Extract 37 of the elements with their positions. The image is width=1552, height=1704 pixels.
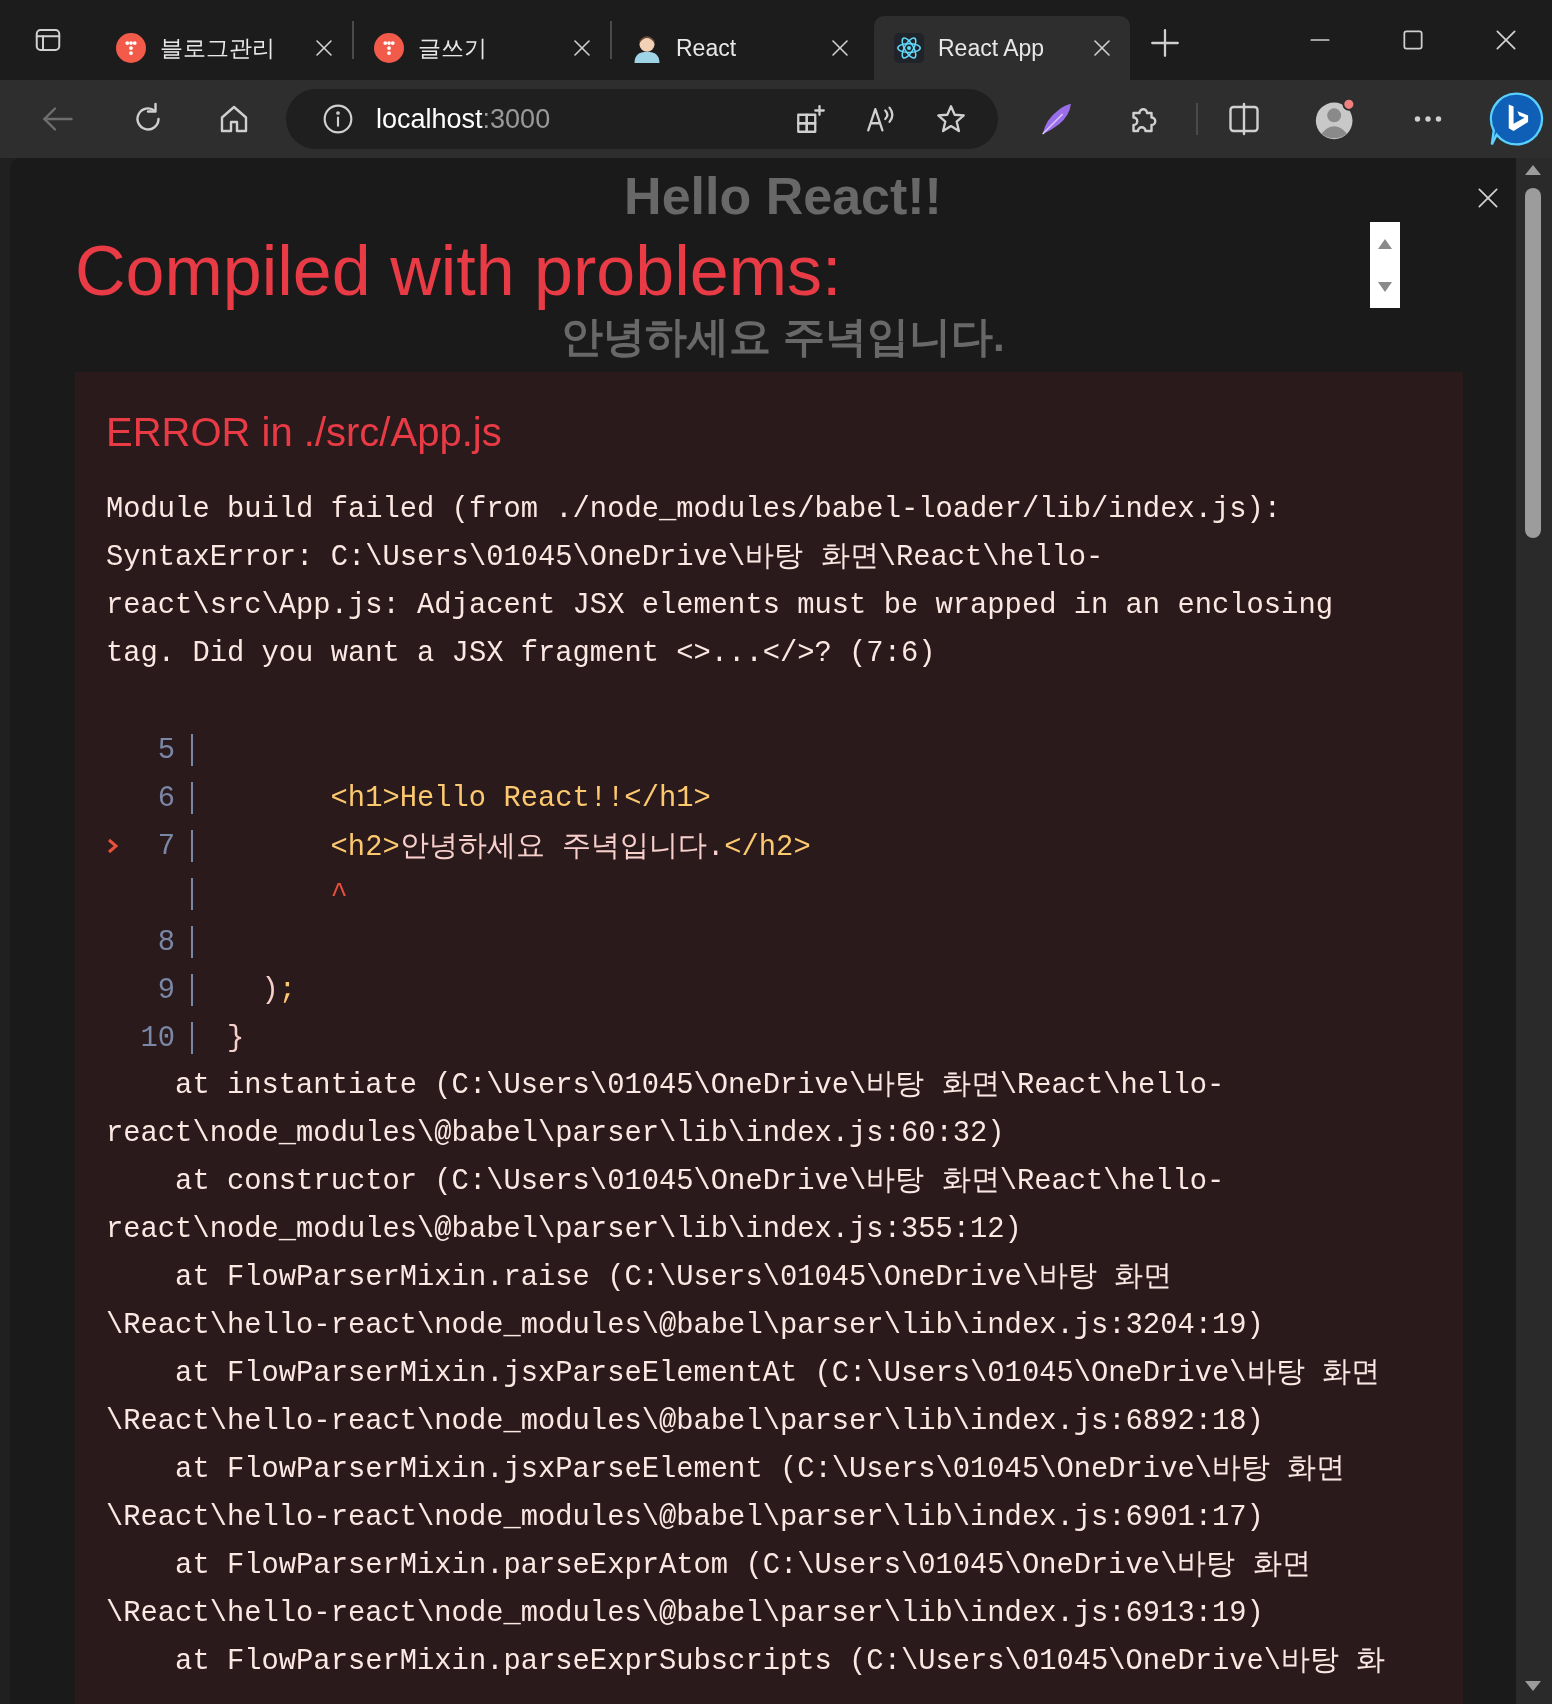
down-arrow-icon[interactable] xyxy=(1377,280,1393,293)
scrollbar[interactable] xyxy=(1516,158,1552,1704)
error-message: Module build failed (from ./node_modules/babel-loader/lib/index.js): SyntaxError: C:\Users\01045\OneDrive\바탕 화면\React\hello- react\src\App.js: Adjacent JSX elements must be wrapped in an enclosing tag. Did you want a JSX fragment <>...</>? (7:6) xyxy=(106,492,1334,672)
mini-scrollbar[interactable] xyxy=(1370,222,1400,308)
atom-icon xyxy=(894,33,924,63)
plus-icon[interactable] xyxy=(1148,26,1182,60)
code-text: ); xyxy=(260,973,296,1007)
page-subheading: 안녕하세요 주녁입니다. xyxy=(561,312,1005,362)
page-heading: Hello React!! xyxy=(624,166,942,226)
browser-tab[interactable]: 블로그관리 xyxy=(96,16,352,80)
chevron-icon xyxy=(106,837,120,855)
dots-icon xyxy=(374,33,404,63)
scrollbar-thumb[interactable] xyxy=(1525,188,1541,538)
error-title: ERROR in ./src/App.js xyxy=(106,409,503,456)
code-text: } xyxy=(225,1021,245,1055)
app-grid-icon[interactable] xyxy=(794,102,828,136)
line-number: 9 xyxy=(156,973,176,1007)
browser-tab[interactable]: React App xyxy=(874,16,1130,80)
address-bar[interactable]: localhost:3000 xyxy=(286,89,998,149)
line-number: 10 xyxy=(140,1021,176,1055)
dots-icon xyxy=(116,33,146,63)
line-number: 5 xyxy=(156,733,176,767)
line-number: 7 xyxy=(156,829,176,863)
split-screen-icon[interactable] xyxy=(1226,101,1262,137)
browser-tab[interactable]: React xyxy=(612,16,868,80)
line-number: 6 xyxy=(156,781,176,815)
url-text: localhost:3000 xyxy=(376,103,551,135)
chat-logo-icon[interactable] xyxy=(1487,90,1545,148)
browser-tab[interactable]: 글쓰기 xyxy=(354,16,610,80)
code-text: ^ xyxy=(329,877,348,911)
code-text: <h2>안녕하세요 주녁입니다.</h2> xyxy=(329,830,811,866)
up-arrow-icon[interactable] xyxy=(1377,237,1393,250)
stack-trace: at instantiate (C:\Users\01045\OneDrive\바탕 화면\React\hello- react\node_modules\@babel\parser\lib\index.js:60:32) at constructor (C:\Users\01045\OneDrive\바탕 화면\React\hello- react\node_modules\@babel\parser\lib\index.js:355:12) at FlowParserMixin.raise (C:\Users\01045\OneDrive\바탕 화면 \React\hello-react\node_modules\@babel\parser\lib\index.js:3204:19) at FlowParserMixin.jsxParseElementAt (C:\Users\01045\OneDrive\바탕 화면 \React\hello-react\node_modules\@babel\parser\lib\index.js:6892:18) at FlowParserMixin.jsxParseElement (C:\Users\01045\OneDrive\바탕 화면 \React\hello-react\node_modules\@babel\parser\lib\index.js:6901:17) at FlowParserMixin.parseExprAtom (C:\Users\01045\OneDrive\바탕 화면 \React\hello-react\node_modules\@babel\parser\lib\index.js:6913:19) at FlowParserMixin.parseExprSubscripts (C:\Users\01045\OneDrive\바탕 화 xyxy=(106,1068,1387,1680)
code-text: <h1>Hello React!!</h1> xyxy=(329,781,711,815)
info-icon[interactable] xyxy=(322,103,354,135)
line-number: 8 xyxy=(156,925,176,959)
person-icon xyxy=(632,33,662,63)
